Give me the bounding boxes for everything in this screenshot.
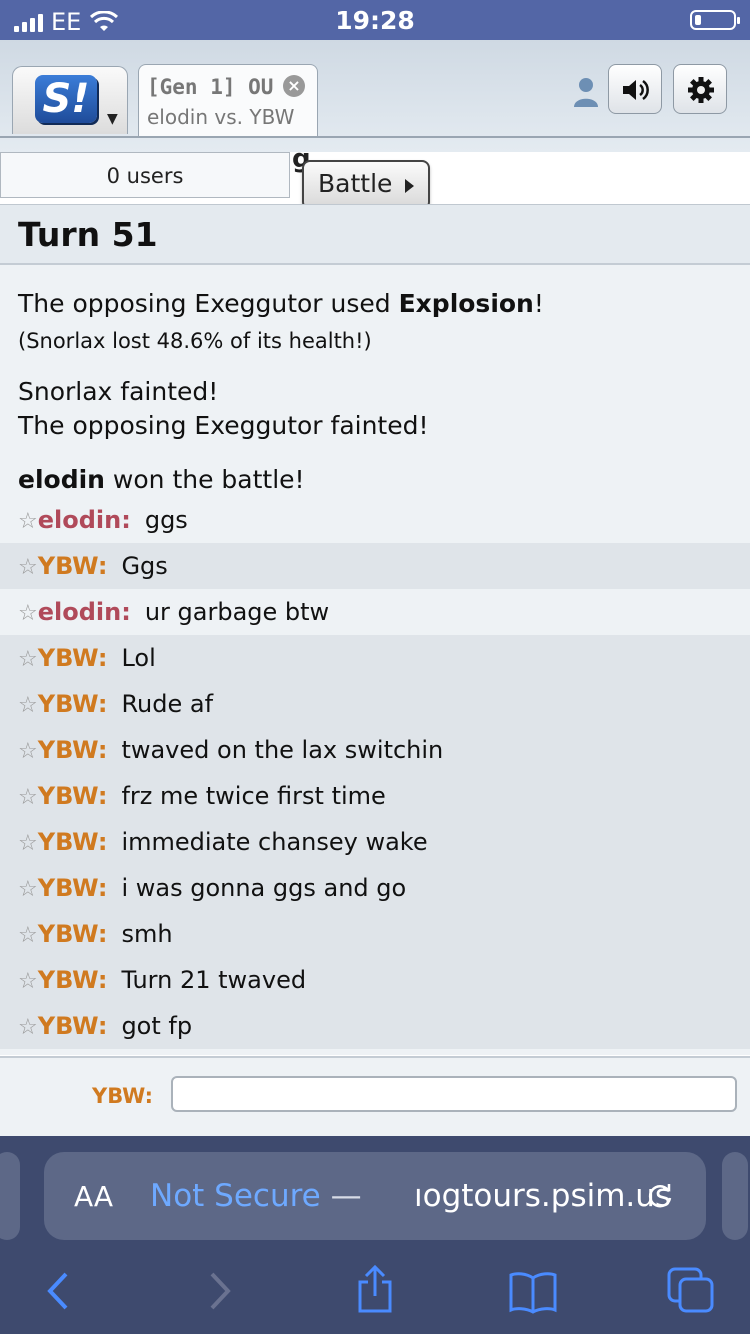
star-icon: ☆ [18,509,38,534]
next-tab-preview[interactable] [722,1152,748,1240]
browser-toolbar: AA Not Secure — ıogtours.psim.us [0,1136,750,1334]
winner-name: elodin [18,465,105,494]
chat-text: frz me twice first time [121,782,386,810]
battle-log[interactable]: Turn 51 The opposing Exeggutor used Expl… [0,204,750,1055]
volume-icon [623,79,649,101]
chat-message: ☆elodin: ggs [0,497,750,543]
tabs-icon[interactable] [666,1266,716,1314]
chat-message: ☆YBW: Ggs [0,543,750,589]
star-icon: ☆ [18,1015,38,1040]
close-icon[interactable]: × [283,75,305,97]
battle-tab[interactable]: [Gen 1] OU elodin vs. YBW × [138,64,318,136]
star-icon: ☆ [18,555,38,580]
chat-username[interactable]: YBW: [38,690,108,718]
move-name: Explosion [398,289,534,318]
chat-text: Ggs [121,552,168,580]
tab-title: [Gen 1] OU [147,75,274,99]
main-menu-button[interactable]: S! ▼ [12,66,128,134]
chevron-right-icon [405,179,414,193]
turn-header: Turn 51 [0,205,750,265]
chat-username[interactable]: YBW: [38,828,108,856]
user-count[interactable]: 0 users [0,152,290,198]
battle-button-label: Battle [318,169,393,198]
chat-text: immediate chansey wake [121,828,428,856]
address-bar[interactable]: AA Not Secure — ıogtours.psim.us [44,1152,706,1240]
star-icon: ☆ [18,923,38,948]
chat-message: ☆YBW: twaved on the lax switchin [0,727,750,773]
share-icon[interactable] [354,1264,396,1314]
previous-tab-preview[interactable] [0,1152,20,1240]
chat-text: smh [121,920,173,948]
url-text: ıogtours.psim.us [414,1178,672,1214]
tab-underline [0,136,750,138]
chat-username[interactable]: elodin: [38,598,131,626]
chat-text: Rude af [121,690,214,718]
settings-button[interactable] [673,64,727,114]
chat-username[interactable]: YBW: [38,966,108,994]
star-icon: ☆ [18,785,38,810]
input-username: YBW: [92,1084,153,1108]
star-icon: ☆ [18,831,38,856]
forward-icon[interactable] [206,1270,234,1312]
chat-input-bar: YBW: [0,1056,750,1138]
star-icon: ☆ [18,647,38,672]
not-secure-label: Not Secure — [150,1178,362,1214]
reader-settings-button[interactable]: AA [74,1180,113,1213]
chat-username[interactable]: elodin: [38,506,131,534]
chat-text: Lol [121,644,156,672]
chat-message: ☆YBW: smh [0,911,750,957]
faint-message-1: Snorlax fainted! [18,377,219,406]
chat-text: i was gonna ggs and go [121,874,407,902]
battery-icon [690,10,740,30]
chat-input[interactable] [171,1076,737,1112]
faint-message-2: The opposing Exeggutor fainted! [18,411,429,440]
explosion-message: The opposing Exeggutor used Explosion! [18,289,544,318]
chat-username[interactable]: YBW: [38,552,108,580]
chat-username[interactable]: YBW: [38,782,108,810]
chat-username[interactable]: YBW: [38,736,108,764]
chat-text: ur garbage btw [144,598,330,626]
chat-text: ggs [144,506,188,534]
turn-label: Turn 51 [18,215,158,254]
winner-message: elodin won the battle! [18,465,305,494]
star-icon: ☆ [18,877,38,902]
star-icon: ☆ [18,739,38,764]
showdown-logo: S! [35,75,97,123]
chat-username[interactable]: YBW: [38,920,108,948]
battle-button[interactable]: Battle [302,160,430,210]
chat-message: ☆YBW: got fp [0,1003,750,1049]
back-icon[interactable] [44,1270,72,1312]
chat-text: got fp [121,1012,193,1040]
star-icon: ☆ [18,693,38,718]
bookmarks-icon[interactable] [508,1270,558,1314]
chat-text: twaved on the lax switchin [121,736,444,764]
users-bar: 0 users g Battle [0,144,750,210]
star-icon: ☆ [18,969,38,994]
user-icon[interactable] [572,76,600,108]
chat-username[interactable]: YBW: [38,644,108,672]
clock: 19:28 [335,6,415,35]
chat-username[interactable]: YBW: [38,874,108,902]
status-bar: EE 19:28 [0,0,750,40]
chat-message: ☆YBW: frz me twice first time [0,773,750,819]
chat-message: ☆YBW: Rude af [0,681,750,727]
chat-message: ☆YBW: immediate chansey wake [0,819,750,865]
star-icon: ☆ [18,601,38,626]
chat-text: Turn 21 twaved [121,966,307,994]
app-header: S! ▼ [Gen 1] OU elodin vs. YBW × [0,40,750,153]
chat-message: ☆YBW: Lol [0,635,750,681]
gear-icon [688,77,714,103]
tab-subtitle: elodin vs. YBW [147,105,295,129]
chevron-down-icon: ▼ [107,111,118,127]
sound-button[interactable] [608,64,662,114]
chat-message: ☆elodin: ur garbage btw [0,589,750,635]
chat-message: ☆YBW: Turn 21 twaved [0,957,750,1003]
chat-message: ☆YBW: i was gonna ggs and go [0,865,750,911]
damage-message: (Snorlax lost 48.6% of its health!) [18,329,372,353]
reload-icon[interactable] [644,1180,676,1212]
chat-username[interactable]: YBW: [38,1012,108,1040]
